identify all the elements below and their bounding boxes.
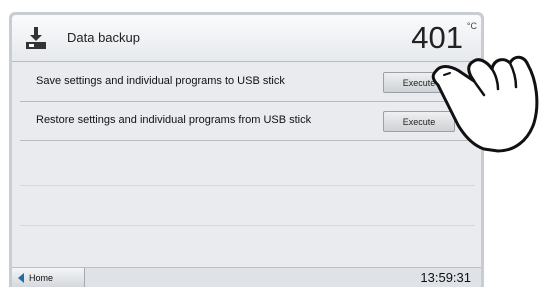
action-row-save: Save settings and individual programs to… (20, 65, 475, 102)
page-title: Data backup (67, 30, 140, 45)
arrow-left-icon (18, 273, 24, 283)
header: Data backup 401 °C (12, 15, 481, 62)
download-icon (26, 27, 46, 49)
action-label-restore: Restore settings and individual programs… (36, 114, 312, 126)
temperature-unit: °C (466, 21, 477, 31)
screen: Data backup 401 °C Save settings and ind… (12, 15, 481, 287)
divider (20, 225, 475, 226)
footer: Home 13:59:31 (12, 267, 481, 287)
clock: 13:59:31 (420, 270, 471, 285)
action-row-restore: Restore settings and individual programs… (20, 104, 475, 141)
pointing-hand-icon (431, 55, 539, 153)
home-label: Home (29, 273, 54, 283)
home-button[interactable]: Home (12, 268, 85, 287)
device-frame: Data backup 401 °C Save settings and ind… (9, 12, 484, 287)
action-label-save: Save settings and individual programs to… (36, 75, 285, 87)
divider (20, 185, 475, 186)
